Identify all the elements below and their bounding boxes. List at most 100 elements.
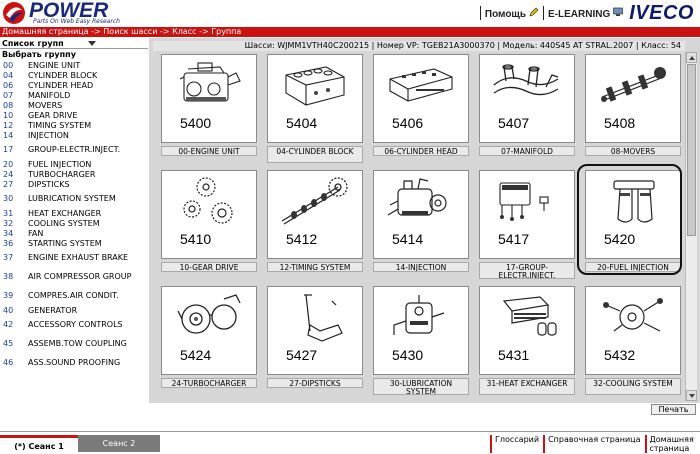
group-card-dipsticks[interactable]: 5427 27-DIPSTICKS (267, 286, 363, 394)
group-card-timing-system[interactable]: 5412 12-TIMING SYSTEM (267, 170, 363, 278)
scroll-up-arrow-icon[interactable] (686, 52, 697, 63)
sidebar-item-movers[interactable]: 08 MOVERS (0, 100, 148, 110)
group-card-engine-unit[interactable]: 5400 00-ENGINE UNIT (161, 54, 257, 162)
session-tab-1[interactable]: (*) Сеанс 1 (0, 435, 78, 452)
group-code: 5404 (286, 115, 318, 131)
home-page-link[interactable]: Домашняя страница (644, 435, 694, 453)
group-thumbnail[interactable]: 5430 (373, 286, 469, 375)
sidebar-item-fuel-injection[interactable]: 20 FUEL INJECTION (0, 159, 148, 169)
group-card-cylinder-block[interactable]: 5404 04-CYLINDER BLOCK (267, 54, 363, 163)
group-list-dropdown[interactable]: Список групп (0, 38, 148, 49)
group-thumbnail-grid: 5400 00-ENGINE UNIT 5404 04-CYLINDER BLO… (149, 52, 685, 402)
group-thumbnail[interactable]: 5417 (479, 170, 575, 259)
breadcrumb-text[interactable]: Домашняя страница -> Поиск шасси -> Клас… (2, 27, 241, 36)
group-label: HEAT EXCHANGER (28, 208, 102, 218)
group-thumbnail[interactable]: 5431 (479, 286, 575, 375)
scroll-down-arrow-icon[interactable] (686, 390, 697, 401)
footer-links: Глоссарий Справочная страница Домашняя с… (490, 435, 697, 453)
breadcrumb[interactable]: Домашняя страница -> Поиск шасси -> Клас… (0, 27, 700, 37)
group-number: 08 (3, 100, 14, 110)
group-caption[interactable]: 07-MANIFOLD (479, 146, 575, 156)
group-thumbnail[interactable]: 5407 (479, 54, 575, 143)
group-card-turbocharger[interactable]: 5424 24-TURBOCHARGER (161, 286, 257, 394)
sidebar-item-group-electr-inject[interactable]: 17 GROUP-ELECTR.INJECT. (0, 140, 148, 159)
sidebar-item-cylinder-block[interactable]: 04 CYLINDER BLOCK (0, 70, 148, 80)
group-card-manifold[interactable]: 5407 07-MANIFOLD (479, 54, 575, 162)
group-thumbnail[interactable]: 5400 (161, 54, 257, 143)
group-thumbnail[interactable]: 5410 (161, 170, 257, 259)
group-thumbnail[interactable]: 5424 (161, 286, 257, 375)
group-card-gear-drive[interactable]: 5410 10-GEAR DRIVE (161, 170, 257, 278)
main-panel: Шасси: WJMM1VTH40C200215 | Номер VP: TGE… (149, 38, 700, 403)
sidebar-item-lubrication-system[interactable]: 30 LUBRICATION SYSTEM (0, 189, 148, 208)
timing-system-drawing-icon (281, 177, 348, 225)
sidebar-item-generator[interactable]: 40 GENERATOR (0, 305, 148, 315)
group-caption[interactable]: 27-DIPSTICKS (267, 378, 363, 388)
group-caption[interactable]: 06-CYLINDER HEAD (373, 146, 469, 156)
group-thumbnail[interactable]: 5427 (267, 286, 363, 375)
group-caption[interactable]: 12-TIMING SYSTEM (267, 262, 363, 272)
group-thumbnail[interactable]: 5406 (373, 54, 469, 143)
group-caption[interactable]: 17-GROUP-ELECTR.INJECT. (479, 262, 575, 279)
group-card-lubrication-system[interactable]: 5430 30-LUBRICATION SYSTEM (373, 286, 469, 395)
group-caption[interactable]: 10-GEAR DRIVE (161, 262, 257, 272)
help-link[interactable]: Помощь (485, 7, 539, 20)
sidebar-item-turbocharger[interactable]: 24 TURBOCHARGER (0, 169, 148, 179)
session-tab-2[interactable]: Сеанс 2 (78, 435, 160, 452)
group-caption[interactable]: 32-COOLING SYSTEM (585, 378, 681, 395)
group-number: 10 (3, 110, 14, 120)
sidebar-item-injection[interactable]: 14 INJECTION (0, 130, 148, 140)
help-page-link[interactable]: Справочная страница (543, 435, 641, 453)
group-thumbnail[interactable]: 5432 (585, 286, 681, 375)
sidebar-item-engine-unit[interactable]: 00 ENGINE UNIT (0, 60, 148, 70)
group-card-cylinder-head[interactable]: 5406 06-CYLINDER HEAD (373, 54, 469, 162)
iveco-brand-logo: IVECO (629, 1, 694, 24)
sidebar-item-starting-system[interactable]: 36 STARTING SYSTEM (0, 238, 148, 248)
print-button[interactable]: Печать (651, 404, 696, 415)
sidebar-item-cylinder-head[interactable]: 06 CYLINDER HEAD (0, 80, 148, 90)
group-caption[interactable]: 14-INJECTION (373, 262, 469, 272)
group-caption[interactable]: 24-TURBOCHARGER (161, 378, 257, 388)
group-card-group-electr-inject[interactable]: 5417 17-GROUP-ELECTR.INJECT. (479, 170, 575, 279)
group-number: 34 (3, 228, 14, 238)
group-number: 42 (3, 320, 14, 329)
sidebar-item-compres-air-condit[interactable]: 39 COMPRES.AIR CONDIT. (0, 286, 148, 305)
group-caption[interactable]: 04-CYLINDER BLOCK (267, 146, 363, 163)
sidebar-item-engine-exhaust-brake[interactable]: 37 ENGINE EXHAUST BRAKE (0, 248, 148, 267)
sidebar-item-cooling-system[interactable]: 32 COOLING SYSTEM (0, 218, 148, 228)
header-separator (543, 6, 545, 20)
glossary-link[interactable]: Глоссарий (490, 435, 539, 453)
selection-highlight-outline (577, 164, 682, 275)
grid-scrollbar[interactable] (685, 52, 697, 401)
group-thumbnail[interactable]: 5408 (585, 54, 681, 143)
sidebar-item-air-compressor-group[interactable]: 38 AIR COMPRESSOR GROUP (0, 267, 148, 286)
group-card-injection[interactable]: 5414 14-INJECTION (373, 170, 469, 278)
group-caption[interactable]: 08-MOVERS (585, 146, 681, 156)
group-caption[interactable]: 00-ENGINE UNIT (161, 146, 257, 156)
power-logo[interactable]: POWER Parts On Web Easy Research (2, 0, 127, 25)
group-card-movers[interactable]: 5408 08-MOVERS (585, 54, 681, 162)
sidebar-item-heat-exchanger[interactable]: 31 HEAT EXCHANGER (0, 208, 148, 218)
group-thumbnail[interactable]: 5412 (267, 170, 363, 259)
sidebar-item-accessory-controls[interactable]: 42 ACCESSORY CONTROLS (0, 315, 148, 334)
group-card-heat-exchanger[interactable]: 5431 31-HEAT EXCHANGER (479, 286, 575, 395)
elearning-link[interactable]: E-LEARNING (548, 7, 624, 20)
group-caption[interactable]: 30-LUBRICATION SYSTEM (373, 378, 469, 395)
sidebar-item-assemb-tow-coupling[interactable]: 45 ASSEMB.TOW COUPLING (0, 334, 148, 353)
sidebar-item-timing-system[interactable]: 12 TIMING SYSTEM (0, 120, 148, 130)
cylinder-head-drawing-icon (389, 68, 453, 102)
group-caption[interactable]: 31-HEAT EXCHANGER (479, 378, 575, 395)
sidebar-item-fan[interactable]: 34 FAN (0, 228, 148, 238)
group-label: TIMING SYSTEM (28, 120, 92, 130)
group-thumbnail[interactable]: 5404 (267, 54, 363, 143)
group-code: 5407 (498, 115, 530, 131)
logo-tagline: Parts On Web Easy Research (33, 18, 120, 25)
group-thumbnail[interactable]: 5414 (373, 170, 469, 259)
sidebar-item-ass-sound-proofing[interactable]: 46 ASS.SOUND PROOFING (0, 353, 148, 372)
sidebar-item-manifold[interactable]: 07 MANIFOLD (0, 90, 148, 100)
pencil-icon (529, 7, 539, 17)
sidebar-item-gear-drive[interactable]: 10 GEAR DRIVE (0, 110, 148, 120)
group-card-cooling-system[interactable]: 5432 32-COOLING SYSTEM (585, 286, 681, 395)
scroll-thumb[interactable] (687, 64, 696, 236)
sidebar-item-dipsticks[interactable]: 27 DIPSTICKS (0, 179, 148, 189)
